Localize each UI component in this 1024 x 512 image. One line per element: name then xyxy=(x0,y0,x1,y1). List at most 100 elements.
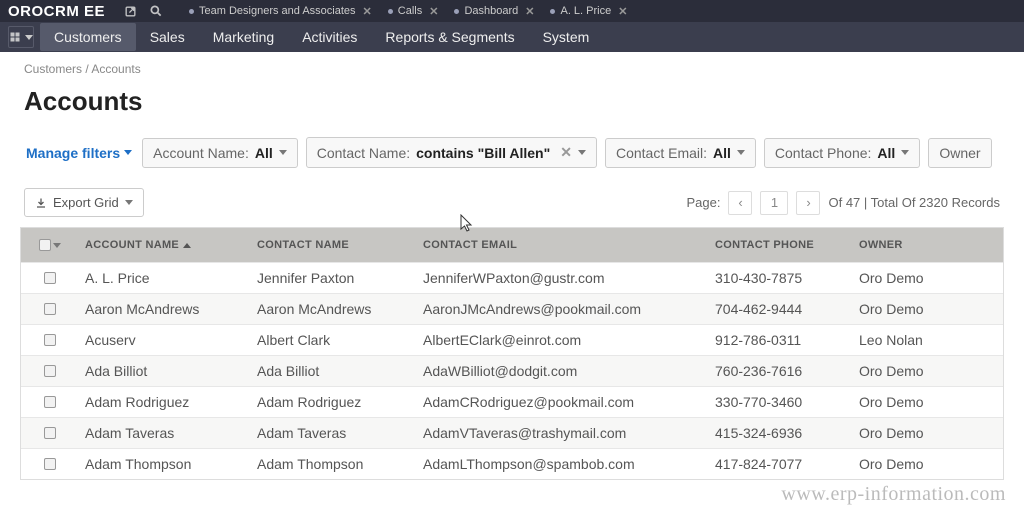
filter-contact-email[interactable]: Contact Email:All xyxy=(605,138,756,168)
cell-contact-phone: 330-770-3460 xyxy=(715,394,859,410)
record-total: Of 47 | Total Of 2320 Records xyxy=(828,195,1000,210)
cell-contact-phone: 912-786-0311 xyxy=(715,332,859,348)
row-checkbox[interactable] xyxy=(44,334,56,346)
row-checkbox[interactable] xyxy=(44,396,56,408)
breadcrumb[interactable]: Customers / Accounts xyxy=(0,52,1024,80)
cell-contact-name: Aaron McAndrews xyxy=(257,301,423,317)
close-icon[interactable]: ✕ xyxy=(525,5,534,18)
cell-owner: Oro Demo xyxy=(859,394,1003,410)
row-checkbox[interactable] xyxy=(44,458,56,470)
cell-contact-name: Albert Clark xyxy=(257,332,423,348)
pager: Page: ‹ 1 › Of 47 | Total Of 2320 Record… xyxy=(687,191,1001,215)
cell-owner: Oro Demo xyxy=(859,456,1003,472)
select-menu-icon[interactable] xyxy=(53,243,61,248)
cell-contact-name: Adam Thompson xyxy=(257,456,423,472)
row-checkbox[interactable] xyxy=(44,365,56,377)
select-all-checkbox[interactable] xyxy=(39,239,51,251)
pinned-tab-label: Calls xyxy=(398,5,422,17)
external-link-icon[interactable] xyxy=(122,3,138,19)
cell-account-name: Aaron McAndrews xyxy=(79,301,257,317)
cell-account-name: A. L. Price xyxy=(79,270,257,286)
pinned-tab-label: A. L. Price xyxy=(560,5,611,17)
cell-owner: Oro Demo xyxy=(859,363,1003,379)
cell-account-name: Ada Billiot xyxy=(79,363,257,379)
close-icon[interactable]: ✕ xyxy=(363,5,372,18)
col-contact-name[interactable]: CONTACT NAME xyxy=(257,239,423,251)
cell-account-name: Acuserv xyxy=(79,332,257,348)
cell-owner: Leo Nolan xyxy=(859,332,1003,348)
page-title: Accounts xyxy=(0,80,1024,131)
page-label: Page: xyxy=(687,195,721,210)
cell-contact-email: JenniferWPaxton@gustr.com xyxy=(423,270,715,286)
cell-contact-email: AdamVTaveras@trashymail.com xyxy=(423,425,715,441)
cell-account-name: Adam Thompson xyxy=(79,456,257,472)
menu-system[interactable]: System xyxy=(529,23,604,51)
app-switcher-button[interactable] xyxy=(8,26,34,48)
pinned-tab[interactable]: Dashboard ✕ xyxy=(448,3,540,20)
cell-contact-email: AlbertEClark@einrot.com xyxy=(423,332,715,348)
cell-owner: Oro Demo xyxy=(859,301,1003,317)
col-contact-email[interactable]: CONTACT EMAIL xyxy=(423,239,715,251)
col-account-name[interactable]: ACCOUNT NAME xyxy=(79,239,257,251)
cell-contact-phone: 417-824-7077 xyxy=(715,456,859,472)
sort-asc-icon xyxy=(183,243,191,248)
page-number-input[interactable]: 1 xyxy=(760,191,788,215)
cell-owner: Oro Demo xyxy=(859,425,1003,441)
cell-contact-email: AdaWBilliot@dodgit.com xyxy=(423,363,715,379)
pinned-tab-label: Dashboard xyxy=(464,5,518,17)
accounts-grid: ACCOUNT NAME CONTACT NAME CONTACT EMAIL … xyxy=(20,227,1004,480)
filter-contact-name[interactable]: Contact Name:contains "Bill Allen"✕ xyxy=(306,137,597,168)
filter-account-name[interactable]: Account Name:All xyxy=(142,138,298,168)
table-row[interactable]: AcuservAlbert ClarkAlbertEClark@einrot.c… xyxy=(21,324,1003,355)
cell-owner: Oro Demo xyxy=(859,270,1003,286)
prev-page-button[interactable]: ‹ xyxy=(728,191,752,215)
clear-filter-icon[interactable]: ✕ xyxy=(560,144,572,161)
row-checkbox[interactable] xyxy=(44,427,56,439)
cell-account-name: Adam Rodriguez xyxy=(79,394,257,410)
table-row[interactable]: Ada BilliotAda BilliotAdaWBilliot@dodgit… xyxy=(21,355,1003,386)
topbar: OROCRM EE Team Designers and Associates ✕… xyxy=(0,0,1024,22)
row-checkbox[interactable] xyxy=(44,303,56,315)
export-grid-button[interactable]: Export Grid xyxy=(24,188,144,217)
pinned-tab[interactable]: Calls ✕ xyxy=(382,3,445,20)
cell-contact-name: Adam Taveras xyxy=(257,425,423,441)
cell-contact-name: Jennifer Paxton xyxy=(257,270,423,286)
cell-contact-name: Ada Billiot xyxy=(257,363,423,379)
cell-contact-phone: 704-462-9444 xyxy=(715,301,859,317)
cell-contact-phone: 760-236-7616 xyxy=(715,363,859,379)
menu-marketing[interactable]: Marketing xyxy=(199,23,288,51)
pinned-tab[interactable]: Team Designers and Associates ✕ xyxy=(183,3,378,20)
close-icon[interactable]: ✕ xyxy=(618,5,627,18)
table-row[interactable]: Aaron McAndrewsAaron McAndrewsAaronJMcAn… xyxy=(21,293,1003,324)
menu-activities[interactable]: Activities xyxy=(288,23,371,51)
table-row[interactable]: Adam ThompsonAdam ThompsonAdamLThompson@… xyxy=(21,448,1003,479)
cell-account-name: Adam Taveras xyxy=(79,425,257,441)
app-logo: OROCRM EE xyxy=(8,3,105,20)
row-checkbox[interactable] xyxy=(44,272,56,284)
filter-bar: Manage filters Account Name:All Contact … xyxy=(0,131,1024,182)
cell-contact-phone: 310-430-7875 xyxy=(715,270,859,286)
cell-contact-email: AdamLThompson@spambob.com xyxy=(423,456,715,472)
search-icon[interactable] xyxy=(148,3,164,19)
pinned-tab[interactable]: A. L. Price ✕ xyxy=(544,3,633,20)
filter-contact-phone[interactable]: Contact Phone:All xyxy=(764,138,920,168)
watermark: www.erp-information.com xyxy=(781,483,1006,506)
cell-contact-name: Adam Rodriguez xyxy=(257,394,423,410)
menu-reports[interactable]: Reports & Segments xyxy=(371,23,528,51)
cursor-icon xyxy=(460,214,474,232)
cell-contact-phone: 415-324-6936 xyxy=(715,425,859,441)
filter-owner[interactable]: Owner xyxy=(928,138,991,168)
table-row[interactable]: Adam TaverasAdam TaverasAdamVTaveras@tra… xyxy=(21,417,1003,448)
col-owner[interactable]: OWNER xyxy=(859,239,1003,251)
table-row[interactable]: Adam RodriguezAdam RodriguezAdamCRodrigu… xyxy=(21,386,1003,417)
menu-customers[interactable]: Customers xyxy=(40,23,136,51)
close-icon[interactable]: ✕ xyxy=(429,5,438,18)
grid-header: ACCOUNT NAME CONTACT NAME CONTACT EMAIL … xyxy=(21,228,1003,262)
pinned-tab-label: Team Designers and Associates xyxy=(199,5,356,17)
grid-toolbar: Export Grid Page: ‹ 1 › Of 47 | Total Of… xyxy=(0,182,1024,227)
next-page-button[interactable]: › xyxy=(796,191,820,215)
manage-filters-button[interactable]: Manage filters xyxy=(24,141,134,165)
col-contact-phone[interactable]: CONTACT PHONE xyxy=(715,239,859,251)
menu-sales[interactable]: Sales xyxy=(136,23,199,51)
table-row[interactable]: A. L. PriceJennifer PaxtonJenniferWPaxto… xyxy=(21,262,1003,293)
